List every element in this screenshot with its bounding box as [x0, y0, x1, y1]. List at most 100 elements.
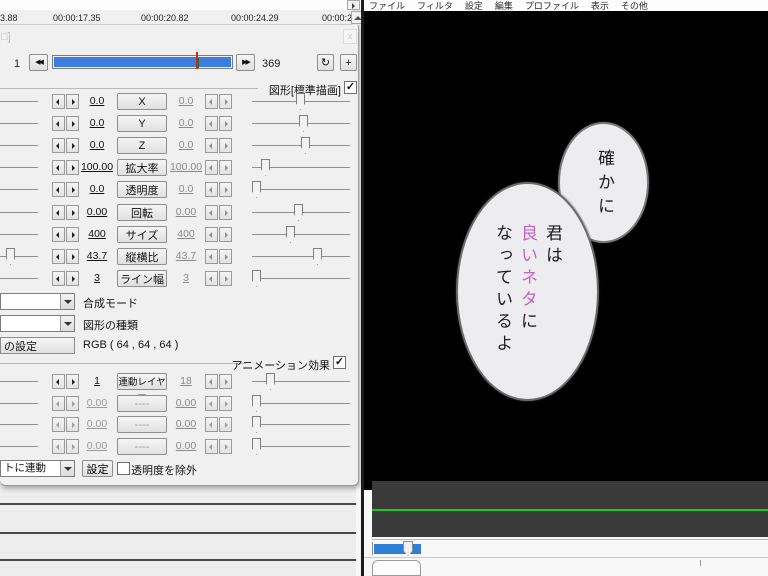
slider-thumb[interactable]: [252, 416, 261, 433]
slider-right[interactable]: [252, 159, 350, 176]
increment-button[interactable]: [219, 271, 232, 286]
slider-right[interactable]: [252, 137, 350, 154]
increment-button[interactable]: [66, 94, 79, 109]
animation-script-select[interactable]: トに連動: [0, 460, 75, 477]
decrement-button[interactable]: [52, 160, 65, 175]
param-value-right[interactable]: 0.00: [168, 397, 204, 409]
dropdown-button[interactable]: [60, 461, 74, 476]
section-animation-checkbox[interactable]: ✓: [333, 356, 346, 369]
increment-button[interactable]: [219, 417, 232, 432]
increment-button[interactable]: [219, 182, 232, 197]
slider-thumb[interactable]: [301, 137, 310, 154]
param-value-left[interactable]: 43.7: [79, 250, 115, 262]
playback-button-partial[interactable]: [372, 560, 421, 576]
increment-button[interactable]: [66, 160, 79, 175]
param-button[interactable]: 回転: [117, 204, 167, 221]
increment-button[interactable]: [66, 116, 79, 131]
param-button[interactable]: ----: [117, 416, 167, 433]
param-value-left[interactable]: 0.00: [79, 206, 115, 218]
slider-left[interactable]: [0, 248, 38, 265]
dropdown-button[interactable]: [60, 294, 74, 309]
increment-button[interactable]: [66, 439, 79, 454]
decrement-button[interactable]: [205, 116, 218, 131]
increment-button[interactable]: [219, 205, 232, 220]
increment-button[interactable]: [66, 138, 79, 153]
param-value-right[interactable]: 0.0: [168, 117, 204, 129]
increment-button[interactable]: [66, 271, 79, 286]
increment-button[interactable]: [66, 374, 79, 389]
decrement-button[interactable]: [52, 396, 65, 411]
decrement-button[interactable]: [205, 374, 218, 389]
increment-button[interactable]: [219, 396, 232, 411]
slider-thumb[interactable]: [6, 248, 15, 265]
slider-right[interactable]: [252, 270, 350, 287]
decrement-button[interactable]: [205, 182, 218, 197]
increment-button[interactable]: [219, 227, 232, 242]
param-button[interactable]: 連動レイヤー: [117, 373, 167, 402]
slider-left[interactable]: [0, 189, 38, 190]
decrement-button[interactable]: [52, 271, 65, 286]
decrement-button[interactable]: [52, 205, 65, 220]
decrement-button[interactable]: [205, 271, 218, 286]
param-button[interactable]: ライン幅: [117, 270, 167, 287]
video-preview[interactable]: 確かに 君は 良いネタに なっているよ: [364, 11, 768, 490]
decrement-button[interactable]: [205, 417, 218, 432]
slider-left[interactable]: [0, 446, 38, 447]
param-button[interactable]: 拡大率: [117, 159, 167, 176]
param-value-right[interactable]: 43.7: [168, 250, 204, 262]
param-button[interactable]: Y: [117, 115, 167, 132]
slider-left[interactable]: [0, 123, 38, 124]
decrement-button[interactable]: [205, 249, 218, 264]
slider-right[interactable]: [252, 204, 350, 221]
increment-button[interactable]: [219, 374, 232, 389]
slider-right[interactable]: [252, 248, 350, 265]
param-button[interactable]: Z: [117, 137, 167, 154]
decrement-button[interactable]: [205, 439, 218, 454]
param-value-left[interactable]: 0.0: [79, 183, 115, 195]
increment-button[interactable]: [66, 227, 79, 242]
param-button[interactable]: 透明度: [117, 181, 167, 198]
scroll-right-button[interactable]: [347, 0, 360, 10]
slider-thumb[interactable]: [252, 395, 261, 412]
decrement-button[interactable]: [52, 249, 65, 264]
slider-thumb[interactable]: [286, 226, 295, 243]
param-button[interactable]: ----: [117, 438, 167, 455]
slider-thumb[interactable]: [266, 373, 275, 390]
increment-button[interactable]: [219, 116, 232, 131]
param-value-right[interactable]: 0.0: [168, 139, 204, 151]
slider-right[interactable]: [252, 226, 350, 243]
color-settings-button[interactable]: の設定: [0, 337, 75, 354]
increment-button[interactable]: [219, 439, 232, 454]
slider-thumb[interactable]: [299, 115, 308, 132]
param-value-right[interactable]: 3: [168, 272, 204, 284]
param-value-left[interactable]: 0.00: [79, 418, 115, 430]
animation-settings-button[interactable]: 設定: [82, 460, 113, 477]
next-frame-button[interactable]: ▶▶: [236, 54, 255, 71]
param-value-right[interactable]: 0.00: [168, 418, 204, 430]
slider-left[interactable]: [0, 145, 38, 146]
slider-right[interactable]: [252, 373, 350, 390]
dropdown-button[interactable]: [60, 316, 74, 331]
param-value-left[interactable]: 3: [79, 272, 115, 284]
param-value-left[interactable]: 0.0: [79, 139, 115, 151]
decrement-button[interactable]: [52, 417, 65, 432]
slider-thumb[interactable]: [296, 93, 305, 110]
increment-button[interactable]: [219, 138, 232, 153]
exclude-opacity-checkbox[interactable]: [117, 462, 130, 475]
slider-left[interactable]: [0, 234, 38, 235]
play-refresh-button[interactable]: ↻: [317, 54, 334, 71]
slider-right[interactable]: [252, 416, 350, 433]
slider-left[interactable]: [0, 381, 38, 382]
frame-trackbar[interactable]: [52, 55, 233, 69]
slider-thumb[interactable]: [252, 270, 261, 287]
increment-button[interactable]: [66, 396, 79, 411]
param-value-left[interactable]: 0.0: [79, 117, 115, 129]
decrement-button[interactable]: [52, 94, 65, 109]
prev-frame-button[interactable]: ◀◀: [29, 54, 48, 71]
increment-button[interactable]: [66, 417, 79, 432]
slider-right[interactable]: [252, 181, 350, 198]
slider-right[interactable]: [252, 438, 350, 455]
decrement-button[interactable]: [205, 227, 218, 242]
decrement-button[interactable]: [205, 94, 218, 109]
param-button[interactable]: ----: [117, 395, 167, 412]
